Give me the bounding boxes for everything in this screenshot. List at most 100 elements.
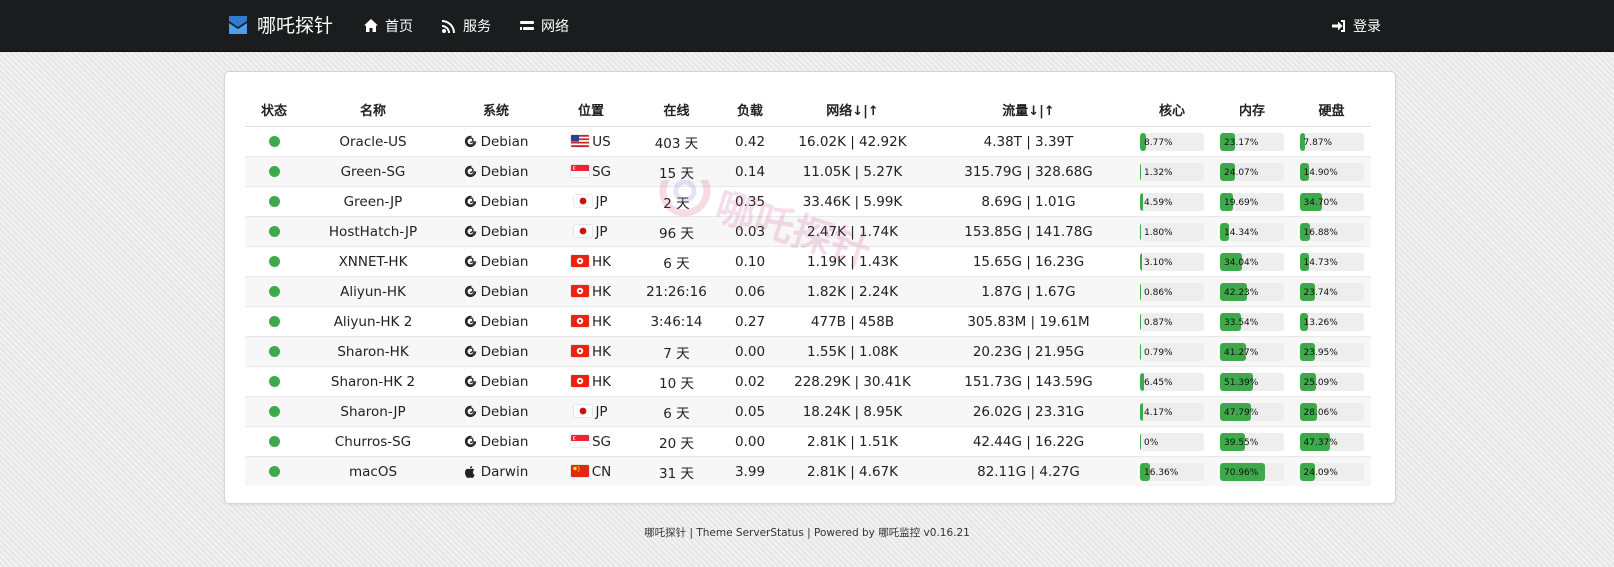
header-network[interactable]: 网络↓|↑ <box>780 92 925 127</box>
debian-icon <box>464 164 481 180</box>
network-speed: 2.81K | 1.51K <box>780 426 925 457</box>
server-name[interactable]: Sharon-HK 2 <box>303 366 443 397</box>
login-button[interactable]: 登录 <box>1331 16 1381 36</box>
location-code: JP <box>595 223 608 240</box>
server-name[interactable]: Sharon-HK <box>303 336 443 367</box>
os-label: Debian <box>480 403 529 420</box>
memory-progress-bar: 23.17% <box>1220 132 1284 151</box>
network-speed: 228.29K | 30.41K <box>780 366 925 397</box>
memory-percent: 23.17% <box>1224 137 1259 148</box>
disk-cell: 25.09% <box>1292 366 1371 397</box>
load: 3.99 <box>720 456 780 486</box>
jp-flag-icon <box>574 194 595 210</box>
header-memory[interactable]: 内存 <box>1212 92 1292 127</box>
traffic-total: 8.69G | 1.01G <box>925 186 1132 217</box>
memory-percent: 39.55% <box>1224 437 1259 448</box>
memory-progress-bar: 47.79% <box>1220 402 1284 421</box>
memory-percent: 14.34% <box>1224 227 1259 238</box>
disk-progress-bar: 47.37% <box>1299 432 1364 451</box>
network-speed: 1.55K | 1.08K <box>780 336 925 367</box>
status-cell <box>245 276 303 307</box>
cpu-progress-bar: 6.45% <box>1140 372 1204 391</box>
login-label: 登录 <box>1353 19 1381 35</box>
online-status-icon <box>268 376 280 387</box>
debian-icon <box>464 284 481 300</box>
nav-network[interactable]: 网络 <box>519 16 569 36</box>
server-name[interactable]: Aliyun-HK 2 <box>303 306 443 337</box>
header-uptime[interactable]: 在线 <box>633 92 720 127</box>
table-row: HostHatch-JP Debian JP 96 天 0.03 2.47K | 1.74… <box>245 216 1371 247</box>
disk-progress-bar: 16.88% <box>1299 222 1364 241</box>
network-icon <box>520 21 534 30</box>
network-speed: 33.46K | 5.99K <box>780 186 925 217</box>
os-cell: Debian <box>443 216 549 247</box>
server-name[interactable]: Green-SG <box>303 156 443 187</box>
brand-title: 哪吒探针 <box>257 15 334 37</box>
online-status-icon <box>268 256 280 267</box>
sign-in-icon <box>1332 20 1345 32</box>
nav-services-label: 服务 <box>463 19 491 35</box>
os-label: Debian <box>480 283 529 300</box>
memory-percent: 42.23% <box>1224 287 1259 298</box>
load: 0.35 <box>720 186 780 217</box>
header-name[interactable]: 名称 <box>303 92 443 127</box>
cpu-percent: 0% <box>1144 437 1159 448</box>
traffic-total: 42.44G | 16.22G <box>925 426 1132 457</box>
table-row: Aliyun-HK 2 Debian HK 3:46:14 0.27 477B | 458… <box>245 306 1371 337</box>
server-name[interactable]: XNNET-HK <box>303 246 443 277</box>
disk-percent: 34.70% <box>1303 197 1338 208</box>
location-cell: JP <box>549 186 633 217</box>
table-row: macOS Darwin CN 31 天 3.99 2.81K | 4.67K 82.11G… <box>245 456 1371 486</box>
header-cpu[interactable]: 核心 <box>1132 92 1212 127</box>
cpu-progress-bar: 0.86% <box>1140 282 1204 301</box>
server-name[interactable]: macOS <box>303 456 443 486</box>
server-name[interactable]: Sharon-JP <box>303 396 443 427</box>
memory-progress-bar: 39.55% <box>1220 432 1284 451</box>
server-name[interactable]: Aliyun-HK <box>303 276 443 307</box>
header-location[interactable]: 位置 <box>549 92 633 127</box>
location-code: HK <box>591 343 611 360</box>
cpu-cell: 4.17% <box>1132 396 1212 427</box>
us-flag-icon <box>571 134 592 150</box>
cn-flag-icon <box>570 464 592 480</box>
table-row: Green-JP Debian JP 2 天 0.35 33.46K | 5.99K 8.6… <box>245 186 1371 217</box>
location-cell: JP <box>549 396 633 427</box>
disk-cell: 23.74% <box>1292 276 1371 307</box>
memory-progress-bar: 70.96% <box>1220 462 1284 481</box>
uptime: 2 天 <box>633 186 720 217</box>
header-os[interactable]: 系统 <box>443 92 549 127</box>
online-status-icon <box>268 406 280 417</box>
os-label: Darwin <box>480 463 529 480</box>
disk-progress-bar: 23.74% <box>1299 282 1364 301</box>
uptime: 15 天 <box>633 156 720 187</box>
location-cell: JP <box>549 216 633 247</box>
header-load[interactable]: 负载 <box>720 92 780 127</box>
os-cell: Debian <box>443 306 549 337</box>
debian-icon <box>464 314 481 330</box>
logo-icon <box>229 15 247 34</box>
disk-progress-bar: 23.95% <box>1299 342 1364 361</box>
header-disk[interactable]: 硬盘 <box>1292 92 1371 127</box>
header-status[interactable]: 状态 <box>245 92 303 127</box>
os-label: Debian <box>480 253 529 270</box>
server-name[interactable]: Churros-SG <box>303 426 443 457</box>
nav-home-label: 首页 <box>385 19 413 35</box>
cpu-percent: 0.79% <box>1144 347 1173 358</box>
nav-services[interactable]: 服务 <box>441 16 491 36</box>
load: 0.27 <box>720 306 780 337</box>
server-name[interactable]: HostHatch-JP <box>303 216 443 247</box>
nav-home[interactable]: 首页 <box>363 16 413 36</box>
status-cell <box>245 306 303 337</box>
online-status-icon <box>268 466 280 477</box>
header-traffic[interactable]: 流量↓|↑ <box>925 92 1132 127</box>
disk-cell: 13.26% <box>1292 306 1371 337</box>
debian-icon <box>464 374 481 390</box>
cpu-percent: 3.10% <box>1144 257 1173 268</box>
location-cell: SG <box>549 156 633 187</box>
jp-flag-icon <box>574 224 595 240</box>
server-name[interactable]: Oracle-US <box>303 126 443 157</box>
table-row: Aliyun-HK Debian HK 21:26:16 0.06 1.82K | 2.2… <box>245 276 1371 307</box>
server-name[interactable]: Green-JP <box>303 186 443 217</box>
brand[interactable]: 哪吒探针 <box>227 11 333 38</box>
table-header-row: 状态 名称 系统 位置 在线 负载 网络↓|↑ 流量↓|↑ 核心 内存 硬盘 <box>245 92 1371 127</box>
